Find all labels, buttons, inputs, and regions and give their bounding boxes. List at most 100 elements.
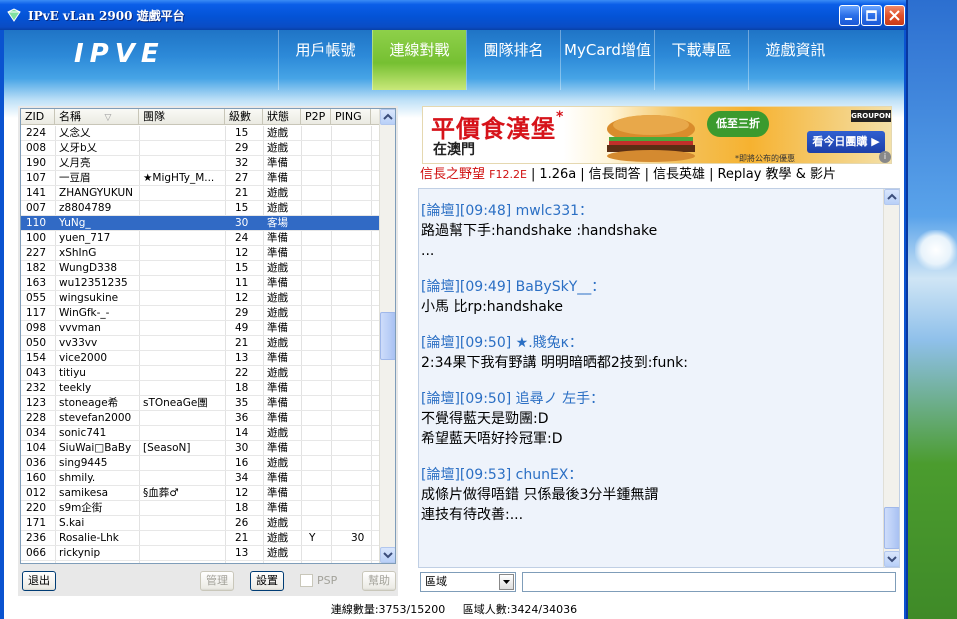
cell-level: 21 <box>235 187 249 199</box>
chat-message-header[interactable]: [論壇][09:48] mwlc331： <box>421 201 881 221</box>
table-row[interactable]: 227 xShInG 12 準備 <box>21 246 381 261</box>
cell-status: 遊戲 <box>267 457 288 469</box>
link-quiz[interactable]: 信長問答 <box>589 167 641 182</box>
maximize-button[interactable] <box>861 5 882 26</box>
nav-mycard-topup[interactable]: MyCard增值 <box>560 30 654 90</box>
table-row[interactable]: 107 一豆眉 ★MigHTy_M... 27 準備 <box>21 171 381 186</box>
scroll-up-button[interactable] <box>380 109 395 125</box>
table-row[interactable]: 008 乂牙b乂 29 遊戲 <box>21 141 381 156</box>
arrow-down-icon <box>383 552 393 559</box>
link-game-title[interactable]: 信長之野望 <box>420 167 485 182</box>
cell-name: WungD338 <box>59 262 118 274</box>
table-row[interactable]: 055 wingsukine 12 遊戲 <box>21 291 381 306</box>
chat-message-text: 小馬 比rp:handshake <box>421 299 563 315</box>
cell-level: 32 <box>235 157 249 169</box>
nav-team-ranking[interactable]: 團隊排名 <box>466 30 560 90</box>
table-row[interactable]: 160 shmily. 34 準備 <box>21 471 381 486</box>
chat-message: [論壇][09:50] 追尋ノ 左手： 不覺得藍天是勁團:D 希望藍天唔好拎冠軍:D <box>421 389 881 449</box>
nav-downloads[interactable]: 下載專區 <box>654 30 748 90</box>
cell-level: 49 <box>235 322 249 334</box>
cell-zid: 171 <box>26 517 47 529</box>
table-row[interactable]: 007 z8804789 15 遊戲 <box>21 201 381 216</box>
table-row[interactable]: 012 samikesa §血葬♂ 12 準備 <box>21 486 381 501</box>
link-1-26a[interactable]: 1.26a <box>539 167 576 182</box>
burger-image <box>607 115 695 162</box>
table-row[interactable]: 110 YuNg_ 30 客場 <box>21 216 381 231</box>
table-row[interactable]: 190 乂月亮 32 準備 <box>21 156 381 171</box>
scroll-thumb[interactable] <box>380 312 395 360</box>
chat-message-header[interactable]: [論壇][09:50] 追尋ノ 左手： <box>421 389 881 409</box>
table-row[interactable]: 141 ZHANGYUKUN 21 遊戲 <box>21 186 381 201</box>
col-name-label: 名稱 <box>59 110 81 123</box>
grid-scrollbar[interactable] <box>379 109 395 563</box>
table-row[interactable]: 034 sonic741 14 遊戲 <box>21 426 381 441</box>
table-row[interactable]: 232 teekly 18 準備 <box>21 381 381 396</box>
table-row[interactable]: 100 yuen_717 24 準備 <box>21 231 381 246</box>
player-grid: ZID 名稱 ▽ 團隊 級數 狀態 P2P PING 224 乂念乂 15 遊戲 008… <box>20 108 396 564</box>
col-ping[interactable]: PING <box>331 109 371 125</box>
col-team[interactable]: 團隊 <box>139 109 225 125</box>
chat-log[interactable]: [論壇][09:48] mwlc331： 路過幫下手:handshake :han… <box>418 188 900 568</box>
settings-button[interactable]: 設置 <box>250 571 284 591</box>
link-replay[interactable]: Replay 教學 & 影片 <box>717 167 836 182</box>
table-row[interactable]: 236 Rosalie-Lhk 21 遊戲 Y 30 <box>21 531 381 546</box>
exit-button[interactable]: 退出 <box>22 571 56 591</box>
chat-scrollbar[interactable] <box>883 189 899 567</box>
view-deals-button[interactable]: 看今日團購 ▶ <box>807 131 885 153</box>
info-icon[interactable]: i <box>879 151 891 163</box>
table-row[interactable]: 220 s9m企街 18 準備 <box>21 501 381 516</box>
cell-status: 準備 <box>267 502 288 514</box>
table-row[interactable]: 050 vv33vv 21 遊戲 <box>21 336 381 351</box>
col-name[interactable]: 名稱 ▽ <box>55 109 139 125</box>
table-row[interactable]: 066 rickynip 13 遊戲 <box>21 546 381 561</box>
scroll-down-button[interactable] <box>380 547 395 563</box>
col-level[interactable]: 級數 <box>225 109 263 125</box>
manage-button[interactable]: 管理 <box>200 571 234 591</box>
cell-name: WinGfk-_- <box>59 307 110 319</box>
dropdown-button[interactable] <box>499 574 514 590</box>
link-heroes[interactable]: 信長英雄 <box>653 167 705 182</box>
chat-scroll-thumb[interactable] <box>884 507 899 549</box>
table-row[interactable]: 043 titiyu 22 遊戲 <box>21 366 381 381</box>
table-row[interactable]: 182 WungD338 15 遊戲 <box>21 261 381 276</box>
table-row[interactable]: 117 WinGfk-_- 29 遊戲 <box>21 306 381 321</box>
chat-scroll-down-button[interactable] <box>884 551 899 567</box>
cell-status: 準備 <box>267 277 288 289</box>
nav-game-info[interactable]: 遊戲資訊 <box>748 30 842 90</box>
link-version-tag[interactable]: F12.2E <box>489 168 527 181</box>
table-row[interactable]: 098 vvvman 49 準備 <box>21 321 381 336</box>
logo-text: IPVE <box>74 40 165 66</box>
table-row[interactable]: 228 stevefan2000 36 準備 <box>21 411 381 426</box>
title-bar[interactable]: IPvE vLan 2900 遊戲平台 <box>0 0 906 30</box>
cell-zid: 141 <box>26 187 47 199</box>
chat-message-header[interactable]: [論壇][09:53] chunEX： <box>421 465 881 485</box>
col-p2p[interactable]: P2P <box>301 109 331 125</box>
chat-input[interactable] <box>522 572 896 592</box>
nav-user-account[interactable]: 用戶帳號 <box>278 30 372 90</box>
chat-message-header[interactable]: [論壇][09:49] BaBySkY__： <box>421 277 881 297</box>
grid-rows: 224 乂念乂 15 遊戲 008 乂牙b乂 29 遊戲 190 乂月亮 32 準備 107 一豆眉 ★Mi… <box>21 126 381 561</box>
nav-online-battle[interactable]: 連線對戰 <box>372 30 466 90</box>
table-row[interactable]: 171 S.kai 26 遊戲 <box>21 516 381 531</box>
close-button[interactable] <box>884 5 905 26</box>
ad-banner[interactable]: 平價食漢堡* 在澳門 低至三折 GROUPON 看今日團購 ▶ *即將公布的優惠… <box>422 106 892 164</box>
table-row[interactable]: 104 SiuWai□BaBy [SeasoN] 30 準備 <box>21 441 381 456</box>
minimize-button[interactable] <box>839 5 860 26</box>
region-select[interactable]: 區域 <box>420 572 516 592</box>
table-row[interactable]: 163 wu12351235 11 準備 <box>21 276 381 291</box>
col-status[interactable]: 狀態 <box>263 109 301 125</box>
table-row[interactable]: 224 乂念乂 15 遊戲 <box>21 126 381 141</box>
table-row[interactable]: 123 stoneage希 sTOneaGe團 35 準備 <box>21 396 381 411</box>
cell-level: 27 <box>235 172 249 184</box>
col-zid[interactable]: ZID <box>21 109 55 125</box>
cell-name: SiuWai□BaBy <box>59 442 132 454</box>
chat-scroll-up-button[interactable] <box>884 189 899 205</box>
table-row[interactable]: 036 sing9445 16 遊戲 <box>21 456 381 471</box>
cell-name: stoneage希 <box>59 397 119 409</box>
psp-label: PSP <box>317 574 338 587</box>
table-row[interactable]: 154 vice2000 13 準備 <box>21 351 381 366</box>
cell-zid: 224 <box>26 127 47 139</box>
help-button[interactable]: 幫助 <box>362 571 396 591</box>
psp-checkbox[interactable] <box>300 574 313 587</box>
chat-message-header[interactable]: [論壇][09:50] ★.賤兔κ： <box>421 333 881 353</box>
